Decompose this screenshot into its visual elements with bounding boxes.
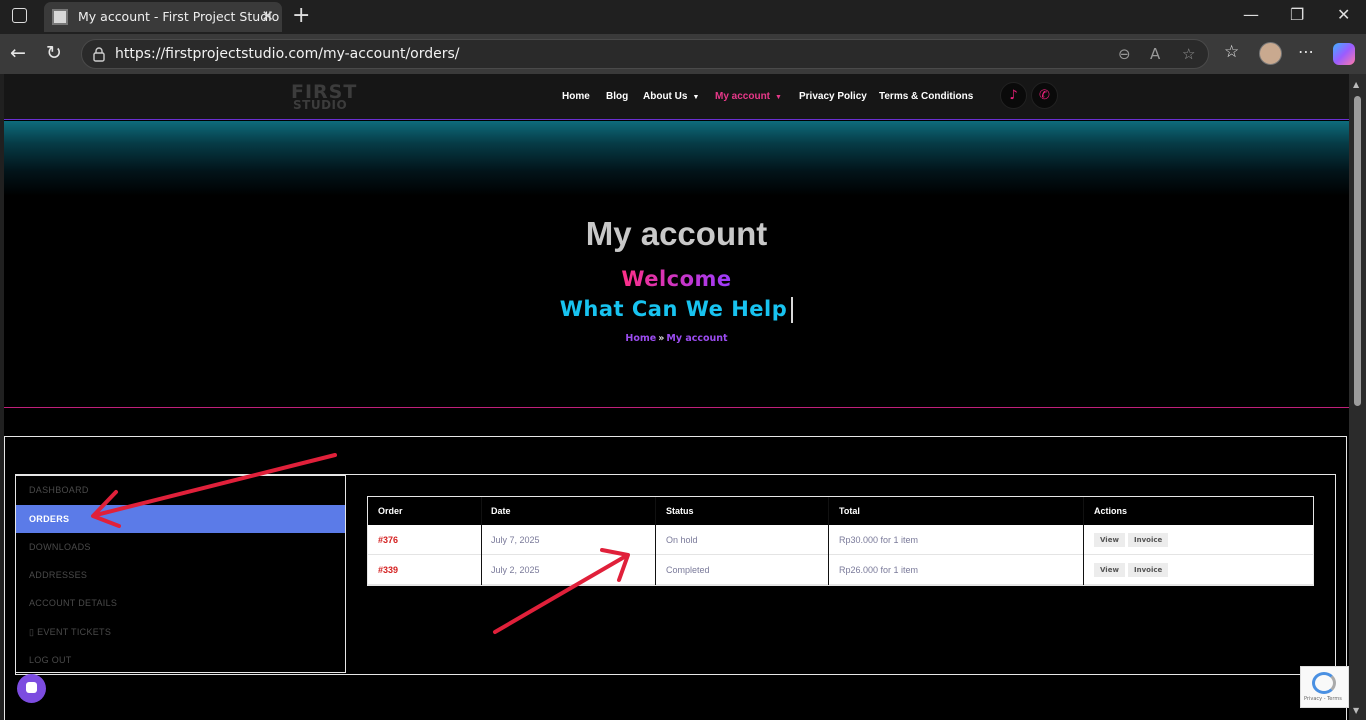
back-icon[interactable]: ←: [10, 42, 26, 64]
profile-avatar[interactable]: [1259, 42, 1282, 65]
minimize-icon[interactable]: —: [1243, 5, 1259, 24]
recaptcha-icon: [1312, 672, 1336, 694]
address-bar[interactable]: https://firstprojectstudio.com/my-accoun…: [81, 39, 1209, 69]
page-scrollbar[interactable]: ▲ ▼: [1349, 74, 1366, 720]
annotation-arrow-status: [493, 548, 630, 634]
refresh-icon[interactable]: ↻: [46, 42, 62, 64]
close-window-icon[interactable]: ✕: [1337, 5, 1350, 24]
browser-tab[interactable]: My account - First Project Studio ✕: [44, 2, 282, 32]
zoom-icon[interactable]: ⊖: [1118, 45, 1131, 63]
annotation-arrows: [91, 453, 630, 634]
restore-icon[interactable]: ❐: [1290, 5, 1304, 24]
scroll-thumb[interactable]: [1354, 96, 1361, 406]
page-viewport: FIRST STUDIO Home Blog About Us ▼ My acco…: [4, 74, 1349, 720]
recaptcha-text[interactable]: Privacy - Terms: [1304, 696, 1342, 702]
url-text: https://firstprojectstudio.com/my-accoun…: [115, 46, 460, 62]
scroll-up-icon[interactable]: ▲: [1353, 80, 1359, 89]
browser-tabbar: My account - First Project Studio ✕ + — …: [0, 0, 1366, 34]
favorite-star-icon[interactable]: ☆: [1182, 45, 1195, 63]
tab-title: My account - First Project Studio: [78, 9, 280, 24]
more-icon[interactable]: ⋯: [1298, 42, 1314, 61]
copilot-icon[interactable]: [1333, 43, 1355, 65]
tab-actions-icon[interactable]: [12, 8, 27, 23]
new-tab-icon[interactable]: +: [292, 3, 310, 28]
scroll-down-icon[interactable]: ▼: [1353, 706, 1359, 715]
browser-navbar: ← ↻ https://firstprojectstudio.com/my-ac…: [0, 34, 1366, 74]
recaptcha-badge[interactable]: Privacy - Terms: [1300, 666, 1349, 708]
close-tab-icon[interactable]: ✕: [261, 7, 274, 25]
favorites-icon[interactable]: ☆: [1224, 42, 1239, 62]
site-favicon-icon: [52, 9, 68, 25]
read-aloud-icon[interactable]: A: [1150, 45, 1160, 63]
chat-widget-icon[interactable]: [17, 674, 46, 703]
lock-icon: [93, 47, 105, 62]
annotation-arrow-orders: [91, 453, 337, 528]
